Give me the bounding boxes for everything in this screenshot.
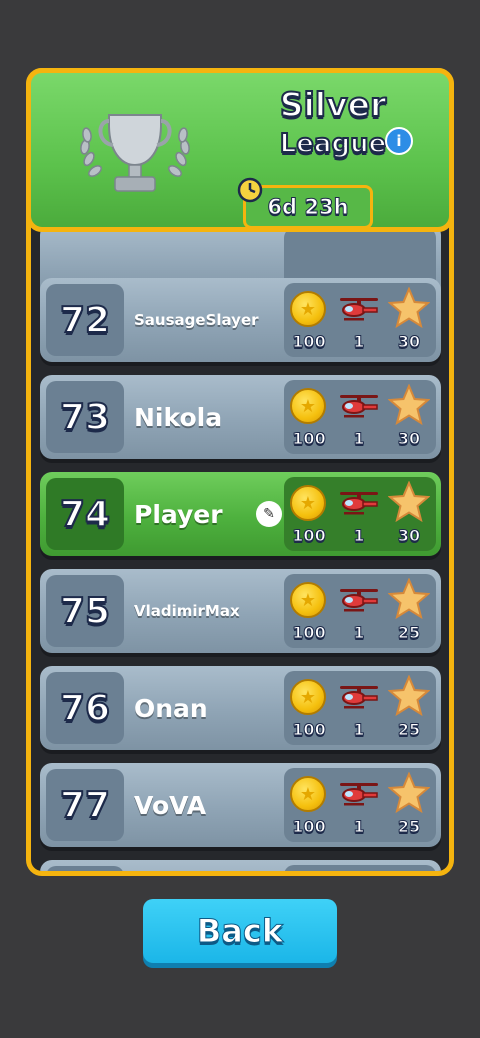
coin-icon: ★: [290, 679, 326, 715]
helicopter-count: 1: [353, 429, 365, 449]
rank-badge: [46, 866, 124, 871]
row-stats: ★ 100 1: [284, 768, 436, 842]
coin-icon: ★: [290, 776, 326, 812]
leaderboard-row: 77 VoVA ★ 100 1 25: [40, 763, 441, 847]
star-icon: [388, 578, 430, 620]
rank-number: 76: [59, 687, 111, 730]
trophy-icon: [80, 114, 190, 192]
edit-name-button[interactable]: ✎: [256, 501, 282, 527]
pencil-icon: ✎: [263, 506, 275, 522]
back-button[interactable]: Back: [143, 899, 337, 963]
coin-count: 100: [292, 720, 326, 740]
clock-icon: [237, 177, 263, 203]
coin-icon: ★: [290, 485, 326, 521]
info-icon: i: [396, 132, 402, 150]
row-stats: ★ 100 1: [284, 574, 436, 648]
helicopter-icon: [340, 298, 378, 321]
star-count: 25: [397, 817, 421, 837]
leaderboard-row: 76 Onan ★ 100 1 25: [40, 666, 441, 750]
row-stats: [284, 865, 436, 871]
row-stats: ★ 100 1: [284, 283, 436, 357]
rank-badge: 75: [46, 575, 124, 647]
helicopter-count: 1: [353, 332, 365, 352]
rank-badge: 74: [46, 478, 124, 550]
coin-count: 100: [292, 817, 326, 837]
player-name: Onan: [134, 693, 208, 723]
leaderboard-row-current-player: 74 Player ✎ ★ 100 1 30: [40, 472, 441, 556]
rank-number: 73: [59, 396, 111, 439]
rank-badge: 76: [46, 672, 124, 744]
timer-text: 6d 23h: [267, 195, 349, 220]
player-name: SausageSlayer: [134, 311, 259, 329]
helicopter-icon: [340, 492, 378, 515]
rank-number: 72: [59, 299, 111, 342]
star-count: 30: [397, 429, 421, 449]
helicopter-count: 1: [353, 817, 365, 837]
leaderboard-row: 72 SausageSlayer ★ 100 1 30: [40, 278, 441, 362]
coin-count: 100: [292, 623, 326, 643]
star-count: 25: [397, 623, 421, 643]
row-stats: ★ 100 1: [284, 671, 436, 745]
rank-badge: 72: [46, 284, 124, 356]
helicopter-icon: [340, 783, 378, 806]
helicopter-count: 1: [353, 623, 365, 643]
league-title: Silver: [279, 85, 388, 124]
leaderboard-row-partial: [40, 860, 441, 871]
coin-icon: ★: [290, 291, 326, 327]
rank-badge: 77: [46, 769, 124, 841]
player-name: VoVA: [134, 790, 207, 820]
leaderboard-row: 73 Nikola ★ 100 1 30: [40, 375, 441, 459]
league-header: Silver League i 6d 23h: [26, 68, 454, 232]
star-icon: [388, 287, 430, 329]
star-count: 30: [397, 332, 421, 352]
star-icon: [388, 384, 430, 426]
rank-number: 75: [59, 590, 111, 633]
star-icon: [388, 481, 430, 523]
helicopter-icon: [340, 395, 378, 418]
row-stats: ★ 100 1: [284, 380, 436, 454]
leaderboard-row: 75 VladimirMax ★ 100 1 25: [40, 569, 441, 653]
rank-number: 74: [59, 493, 111, 536]
star-count: 25: [397, 720, 421, 740]
player-name: VladimirMax: [134, 602, 240, 620]
rank-number: 77: [59, 784, 111, 827]
coin-icon: ★: [290, 582, 326, 618]
player-name: Nikola: [134, 402, 223, 432]
coin-count: 100: [292, 429, 326, 449]
player-name: Player: [134, 499, 223, 529]
helicopter-icon: [340, 686, 378, 709]
star-icon: [388, 772, 430, 814]
helicopter-count: 1: [353, 720, 365, 740]
info-button[interactable]: i: [385, 127, 413, 155]
star-count: 30: [397, 526, 421, 546]
helicopter-icon: [340, 589, 378, 612]
helicopter-count: 1: [353, 526, 365, 546]
star-icon: [388, 675, 430, 717]
coin-count: 100: [292, 526, 326, 546]
coin-count: 100: [292, 332, 326, 352]
rank-badge: 73: [46, 381, 124, 453]
row-stats: ★ 100 1: [284, 477, 436, 551]
coin-icon: ★: [290, 388, 326, 424]
